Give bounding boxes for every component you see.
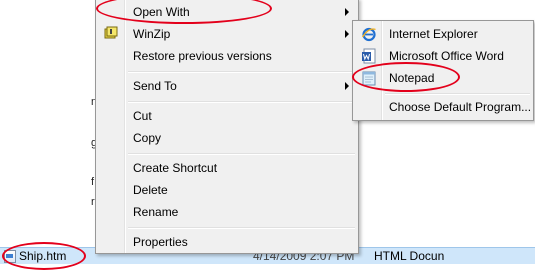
submenu-arrow-icon <box>345 82 349 90</box>
open-with-submenu: Internet Explorer Microsoft Office Word … <box>352 20 534 121</box>
menu-item-label: Open With <box>133 5 190 19</box>
menu-item-open-with[interactable]: Open With <box>98 1 356 23</box>
menu-item-label: Create Shortcut <box>133 161 218 175</box>
menu-item-label: Rename <box>133 205 179 219</box>
submenu-item-notepad[interactable]: Notepad <box>355 67 531 89</box>
menu-item-restore-previous-versions[interactable]: Restore previous versions <box>98 45 356 67</box>
menu-item-label: Send To <box>133 79 177 93</box>
html-file-icon <box>4 250 16 263</box>
submenu-item-label: Internet Explorer <box>389 27 478 41</box>
file-type: HTML Docun <box>374 249 445 263</box>
internet-explorer-icon <box>361 27 376 42</box>
menu-item-delete[interactable]: Delete <box>98 179 356 201</box>
menu-item-label: Cut <box>133 109 152 123</box>
submenu-arrow-icon <box>345 8 349 16</box>
submenu-item-label: Microsoft Office Word <box>389 49 504 63</box>
menu-separator <box>128 227 355 229</box>
menu-item-properties[interactable]: Properties <box>98 231 356 253</box>
menu-item-send-to[interactable]: Send To <box>98 75 356 97</box>
menu-item-copy[interactable]: Copy <box>98 127 356 149</box>
menu-item-rename[interactable]: Rename <box>98 201 356 223</box>
notepad-icon <box>362 71 376 86</box>
menu-item-label: WinZip <box>133 27 171 41</box>
menu-separator <box>385 93 530 95</box>
submenu-item-choose-default-program[interactable]: Choose Default Program... <box>355 96 531 118</box>
menu-separator <box>128 71 355 73</box>
menu-item-label: Properties <box>133 235 188 249</box>
background-text-fragment: f <box>91 176 95 188</box>
menu-item-label: Delete <box>133 183 168 197</box>
submenu-item-internet-explorer[interactable]: Internet Explorer <box>355 23 531 45</box>
submenu-item-microsoft-office-word[interactable]: Microsoft Office Word <box>355 45 531 67</box>
menu-item-label: Copy <box>133 131 162 145</box>
file-name: Ship.htm <box>19 249 67 263</box>
menu-separator <box>128 101 355 103</box>
context-menu: Open With WinZip Restore previous versio… <box>95 0 359 254</box>
menu-item-create-shortcut[interactable]: Create Shortcut <box>98 157 356 179</box>
menu-separator <box>128 153 355 155</box>
menu-item-cut[interactable]: Cut <box>98 105 356 127</box>
menu-item-label: Restore previous versions <box>133 49 272 63</box>
word-icon <box>362 48 376 64</box>
submenu-item-label: Choose Default Program... <box>389 100 532 114</box>
winzip-icon <box>104 26 118 39</box>
submenu-arrow-icon <box>345 30 349 38</box>
submenu-item-label: Notepad <box>389 71 435 85</box>
menu-item-winzip[interactable]: WinZip <box>98 23 356 45</box>
